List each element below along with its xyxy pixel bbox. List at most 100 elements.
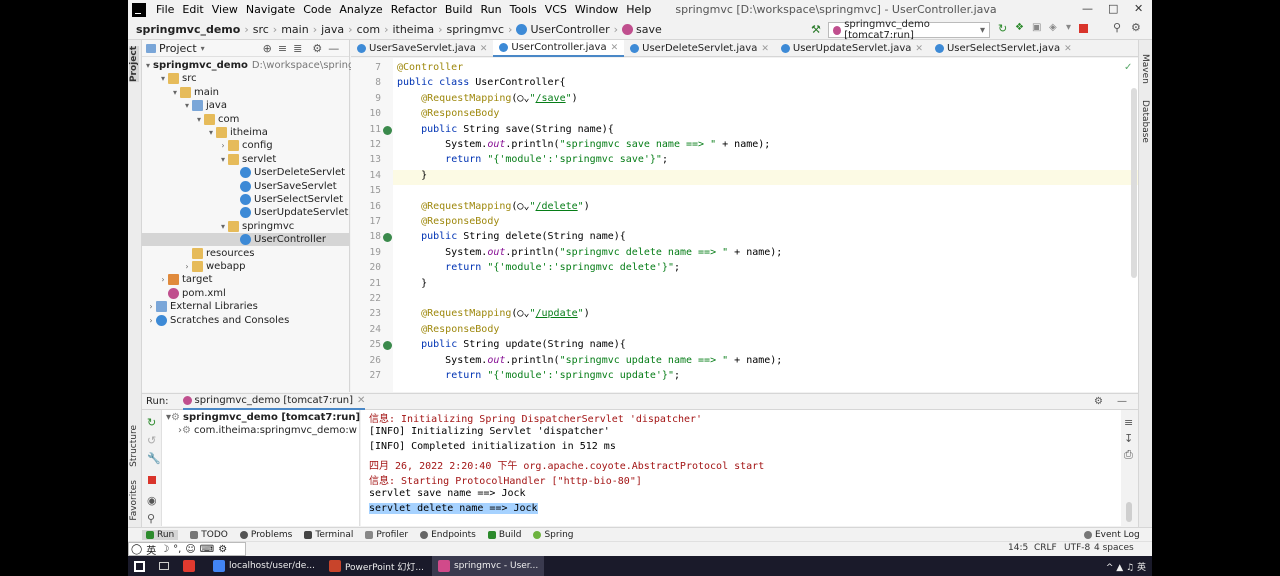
code-line[interactable]: public String update(String name){ <box>397 339 626 350</box>
close-tab-icon[interactable]: ✕ <box>480 44 488 54</box>
tree-item[interactable]: ▾ com <box>142 113 350 126</box>
rerun-icon[interactable]: ↻ <box>147 416 157 429</box>
expand-all-icon[interactable]: ≡ <box>278 42 287 55</box>
console-line[interactable]: servlet save name ==> Jock <box>369 488 526 499</box>
tree-item[interactable]: resources <box>142 247 350 260</box>
tool-tab-terminal[interactable]: Terminal <box>304 530 353 540</box>
web-endpoint-gutter-icon[interactable] <box>383 125 392 135</box>
code-line[interactable]: return "{'module':'springmvc delete'}"; <box>397 262 680 273</box>
code-line[interactable]: return "{'module':'springmvc update'}"; <box>397 370 680 381</box>
collapsed-arrow-icon[interactable]: › <box>218 139 228 152</box>
wrench-icon[interactable]: 🔧 <box>147 452 161 465</box>
hammer-build-icon[interactable]: ⚒ <box>811 23 821 36</box>
rerun-icon[interactable]: ↻ <box>998 22 1007 35</box>
tree-item[interactable]: ▾ springmvc <box>142 220 350 233</box>
menu-view[interactable]: View <box>208 3 242 16</box>
tree-item[interactable]: pom.xml <box>142 287 350 300</box>
menu-file[interactable]: File <box>152 3 178 16</box>
menu-tools[interactable]: Tools <box>506 3 541 16</box>
start-button[interactable] <box>128 556 151 576</box>
caret-position[interactable]: 14:5 <box>1008 543 1028 553</box>
stop-icon[interactable] <box>148 476 156 484</box>
inspection-ok-icon[interactable]: ✓ <box>1124 62 1132 73</box>
tree-item[interactable]: ▾ itheima <box>142 126 350 139</box>
close-tab-icon[interactable]: ✕ <box>611 43 619 53</box>
menu-run[interactable]: Run <box>477 3 506 16</box>
ime-language[interactable]: 英 <box>146 542 156 557</box>
code-editor[interactable]: ✓ @Controller public class UserController… <box>393 58 1138 392</box>
tree-item[interactable]: UserController <box>142 233 350 247</box>
breadcrumb-com[interactable]: com <box>357 23 381 36</box>
breadcrumb-java[interactable]: java <box>321 23 344 36</box>
console-scrollbar[interactable] <box>1126 502 1132 522</box>
expanded-arrow-icon[interactable]: ▾ <box>218 220 228 233</box>
tree-item[interactable]: › Scratches and Consoles <box>142 314 350 327</box>
hide-panel-icon[interactable]: — <box>1117 396 1127 407</box>
code-line[interactable]: public class UserController{ <box>397 77 566 88</box>
menu-code[interactable]: Code <box>299 3 335 16</box>
code-line[interactable]: } <box>397 170 427 181</box>
tool-tab-structure[interactable]: Structure <box>129 425 139 467</box>
ime-toggle-icon[interactable]: ◯ <box>131 544 142 555</box>
file-encoding[interactable]: UTF-8 <box>1064 543 1090 553</box>
tool-tab-todo[interactable]: TODO <box>190 530 228 540</box>
close-window-button[interactable]: ✕ <box>1134 2 1143 15</box>
menu-build[interactable]: Build <box>441 3 477 16</box>
hide-panel-icon[interactable]: — <box>328 42 339 55</box>
chevron-down-icon[interactable]: ▾ <box>201 44 205 53</box>
close-tab-icon[interactable]: ✕ <box>1064 44 1072 54</box>
console-line[interactable]: servlet delete name ==> Jock <box>369 503 538 514</box>
code-line[interactable]: @ResponseBody <box>397 324 499 335</box>
close-icon[interactable]: ✕ <box>357 395 365 406</box>
code-line[interactable]: @Controller <box>397 62 463 73</box>
code-line[interactable]: public String delete(String name){ <box>397 231 626 242</box>
tool-tab-database[interactable]: Database <box>1140 100 1150 143</box>
code-line[interactable]: public String save(String name){ <box>397 124 614 135</box>
more-run-icon[interactable]: ▾ <box>1066 22 1071 33</box>
tool-tab-spring[interactable]: Spring <box>533 530 573 540</box>
scroll-to-end-icon[interactable]: ↧ <box>1124 432 1133 445</box>
collapsed-arrow-icon[interactable]: › <box>146 314 156 327</box>
run-config-tab[interactable]: springmvc_demo [tomcat7:run] ✕ <box>182 394 366 410</box>
pin-icon[interactable]: ⚲ <box>147 512 157 525</box>
menu-edit[interactable]: Edit <box>178 3 207 16</box>
taskbar-app[interactable] <box>177 556 205 576</box>
breadcrumb-project[interactable]: springmvc_demo <box>136 23 240 36</box>
menu-navigate[interactable]: Navigate <box>242 3 299 16</box>
tool-tab-maven[interactable]: Maven <box>1140 54 1150 84</box>
tool-tab-event-log[interactable]: Event Log <box>1084 530 1140 540</box>
taskbar-app[interactable]: PowerPoint 幻灯... <box>323 556 430 576</box>
console-line[interactable]: 信息: Starting ProtocolHandler ["http-bio-… <box>369 472 642 487</box>
tool-tab-run[interactable]: Run <box>142 529 179 540</box>
breadcrumb-springmvc[interactable]: springmvc <box>447 23 505 36</box>
taskbar-app[interactable]: springmvc - User... <box>431 556 545 576</box>
web-endpoint-gutter-icon[interactable] <box>383 233 392 243</box>
tree-item[interactable]: ▾ src <box>142 72 350 85</box>
tree-item[interactable]: ▾ servlet <box>142 153 350 166</box>
collapse-all-icon[interactable]: ≣ <box>293 42 302 55</box>
tool-tab-build[interactable]: Build <box>487 530 521 540</box>
project-panel-title[interactable]: Project <box>159 42 197 55</box>
editor-tab[interactable]: UserSaveServlet.java ✕ <box>351 40 493 57</box>
editor-tab[interactable]: UserSelectServlet.java ✕ <box>929 40 1078 57</box>
console-output[interactable]: 信息: Initializing Spring DispatcherServle… <box>361 410 1121 526</box>
gear-icon[interactable]: ⚙ <box>312 42 322 55</box>
ime-settings-icon[interactable]: ⚙ <box>218 544 227 555</box>
code-line[interactable]: @ResponseBody <box>397 108 499 119</box>
console-line[interactable]: 信息: Initializing Spring DispatcherServle… <box>369 410 702 425</box>
collapsed-arrow-icon[interactable]: › <box>182 260 192 273</box>
run-configuration-select[interactable]: springmvc_demo [tomcat7:run] ▾ <box>828 19 990 41</box>
taskbar-app[interactable]: localhost/user/de... <box>207 556 321 576</box>
console-line[interactable]: [INFO] Initializing Servlet 'dispatcher' <box>369 426 610 437</box>
wrap-icon[interactable]: ≡ <box>1124 416 1133 429</box>
expanded-arrow-icon[interactable]: ▾ <box>182 99 192 112</box>
breadcrumb-itheima[interactable]: itheima <box>392 23 434 36</box>
code-line[interactable]: return "{'module':'springmvc save'}"; <box>397 154 668 165</box>
breadcrumb-main[interactable]: main <box>281 23 308 36</box>
collapsed-arrow-icon[interactable]: › <box>158 273 168 286</box>
stop-icon[interactable] <box>1079 24 1088 33</box>
editor-tab[interactable]: UserController.java ✕ <box>493 40 625 57</box>
task-view-button[interactable] <box>153 556 175 576</box>
editor-tab[interactable]: UserUpdateServlet.java ✕ <box>775 40 929 57</box>
ime-emoji-icon[interactable]: ☺ <box>185 544 195 555</box>
